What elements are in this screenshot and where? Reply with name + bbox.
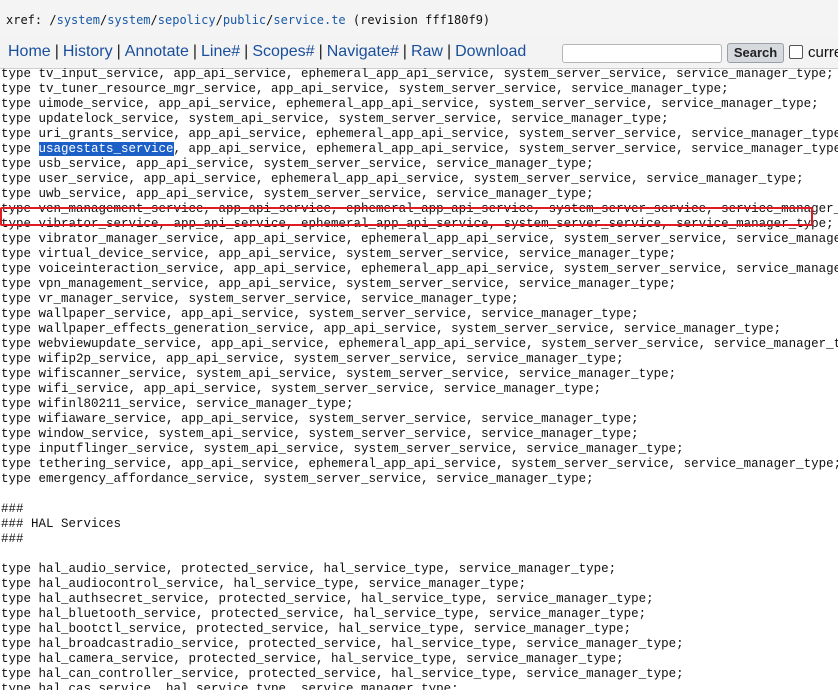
- search-button[interactable]: Search: [727, 43, 784, 63]
- code-line: ###: [1, 502, 24, 516]
- code-line: type vibrator_manager_service, app_api_s…: [1, 232, 838, 246]
- breadcrumb: xref: /system/system/sepolicy/public/ser…: [6, 10, 490, 30]
- code-line: type inputflinger_service, system_api_se…: [1, 442, 684, 456]
- nav-separator: |: [402, 43, 407, 60]
- code-line: type emergency_affordance_service, syste…: [1, 472, 594, 486]
- code-line: type wallpaper_effects_generation_servic…: [1, 322, 782, 336]
- nav-separator: |: [192, 43, 197, 60]
- search-input[interactable]: [562, 44, 722, 63]
- nav-link-history[interactable]: History: [63, 43, 113, 60]
- code-lines: type tv_input_service, app_api_service, …: [1, 68, 838, 690]
- breadcrumb-segment[interactable]: system: [107, 13, 150, 27]
- nav-separator: |: [244, 43, 249, 60]
- code-line: type hal_can_controller_service, protect…: [1, 667, 684, 681]
- code-line: type hal_broadcastradio_service, protect…: [1, 637, 684, 651]
- breadcrumb-prefix: xref:: [6, 13, 50, 27]
- current-directory-label: curre: [808, 44, 838, 61]
- breadcrumb-segment[interactable]: service.te: [273, 13, 345, 27]
- header-bar: xref: /system/system/sepolicy/public/ser…: [0, 0, 838, 37]
- code-line: type tethering_service, app_api_service,…: [1, 457, 838, 471]
- code-line: type usagestats_service, app_api_service…: [1, 142, 838, 157]
- code-line: type wifinl80211_service, service_manage…: [1, 397, 354, 411]
- nav-separator: |: [318, 43, 323, 60]
- code-line: type tv_input_service, app_api_service, …: [1, 68, 834, 81]
- code-line: type vpn_management_service, app_api_ser…: [1, 277, 677, 291]
- code-line: type hal_audiocontrol_service, hal_servi…: [1, 577, 527, 591]
- nav-link-line[interactable]: Line#: [201, 43, 240, 60]
- nav-link-navigate[interactable]: Navigate#: [327, 43, 399, 60]
- code-line: type tv_tuner_resource_mgr_service, app_…: [1, 82, 729, 96]
- code-line: type wifiaware_service, app_api_service,…: [1, 412, 639, 426]
- code-line: ### HAL Services: [1, 517, 122, 531]
- code-line: type hal_audio_service, protected_servic…: [1, 562, 617, 576]
- code-line: type vr_manager_service, system_server_s…: [1, 292, 519, 306]
- code-text: type: [1, 142, 39, 156]
- code-line: type hal_authsecret_service, protected_s…: [1, 592, 654, 606]
- breadcrumb-segment[interactable]: public: [223, 13, 266, 27]
- nav-link-scopes[interactable]: Scopes#: [252, 43, 314, 60]
- source-code-view: type tv_input_service, app_api_service, …: [0, 68, 838, 690]
- code-line: type hal_cas_service, hal_service_type, …: [1, 682, 459, 690]
- code-line: type wifiscanner_service, system_api_ser…: [1, 367, 677, 381]
- code-line: type uimode_service, app_api_service, ep…: [1, 97, 819, 111]
- breadcrumb-separator: /: [215, 13, 223, 27]
- breadcrumb-separator: /: [150, 13, 158, 27]
- nav-separator: |: [54, 43, 59, 60]
- code-text: , app_api_service, ephemeral_app_api_ser…: [173, 142, 838, 156]
- code-line: type webviewupdate_service, app_api_serv…: [1, 337, 838, 351]
- current-directory-checkbox[interactable]: [789, 45, 803, 59]
- code-line: type wifi_service, app_api_service, syst…: [1, 382, 602, 396]
- nav-separator: |: [446, 43, 452, 60]
- code-line: type updatelock_service, system_api_serv…: [1, 112, 669, 126]
- nav-link-home[interactable]: Home: [8, 43, 51, 60]
- code-line: type window_service, system_api_service,…: [1, 427, 639, 441]
- nav-link-raw[interactable]: Raw: [411, 43, 443, 60]
- breadcrumb-separator: /: [49, 13, 57, 27]
- code-line: type uwb_service, app_api_service, syste…: [1, 187, 594, 201]
- code-line: type wifip2p_service, app_api_service, s…: [1, 352, 624, 366]
- code-line: type uri_grants_service, app_api_service…: [1, 127, 838, 141]
- breadcrumb-segment[interactable]: sepolicy: [158, 13, 216, 27]
- nav-links: Home | History | Annotate | Line# | Scopes# | Navi…: [8, 36, 526, 68]
- code-line: type hal_bootctl_service, protected_serv…: [1, 622, 632, 636]
- code-line: type voiceinteraction_service, app_api_s…: [1, 262, 838, 276]
- nav-link-annotate[interactable]: Annotate: [125, 43, 189, 60]
- selected-text[interactable]: usagestats_service: [38, 142, 174, 156]
- code-line: type hal_bluetooth_service, protected_se…: [1, 607, 647, 621]
- code-line: type wallpaper_service, app_api_service,…: [1, 307, 639, 321]
- code-line: type usb_service, app_api_service, syste…: [1, 157, 594, 171]
- breadcrumb-segment[interactable]: system: [57, 13, 100, 27]
- code-line: type hal_camera_service, protected_servi…: [1, 652, 624, 666]
- nav-link-download[interactable]: Download: [455, 43, 526, 60]
- nav-separator: |: [116, 43, 121, 60]
- code-line: type user_service, app_api_service, ephe…: [1, 172, 804, 186]
- code-line: type virtual_device_service, app_api_ser…: [1, 247, 677, 261]
- highlight-annotation-box: [0, 207, 813, 226]
- code-line: ###: [1, 532, 24, 546]
- revision-label: (revision fff180f9): [345, 13, 491, 27]
